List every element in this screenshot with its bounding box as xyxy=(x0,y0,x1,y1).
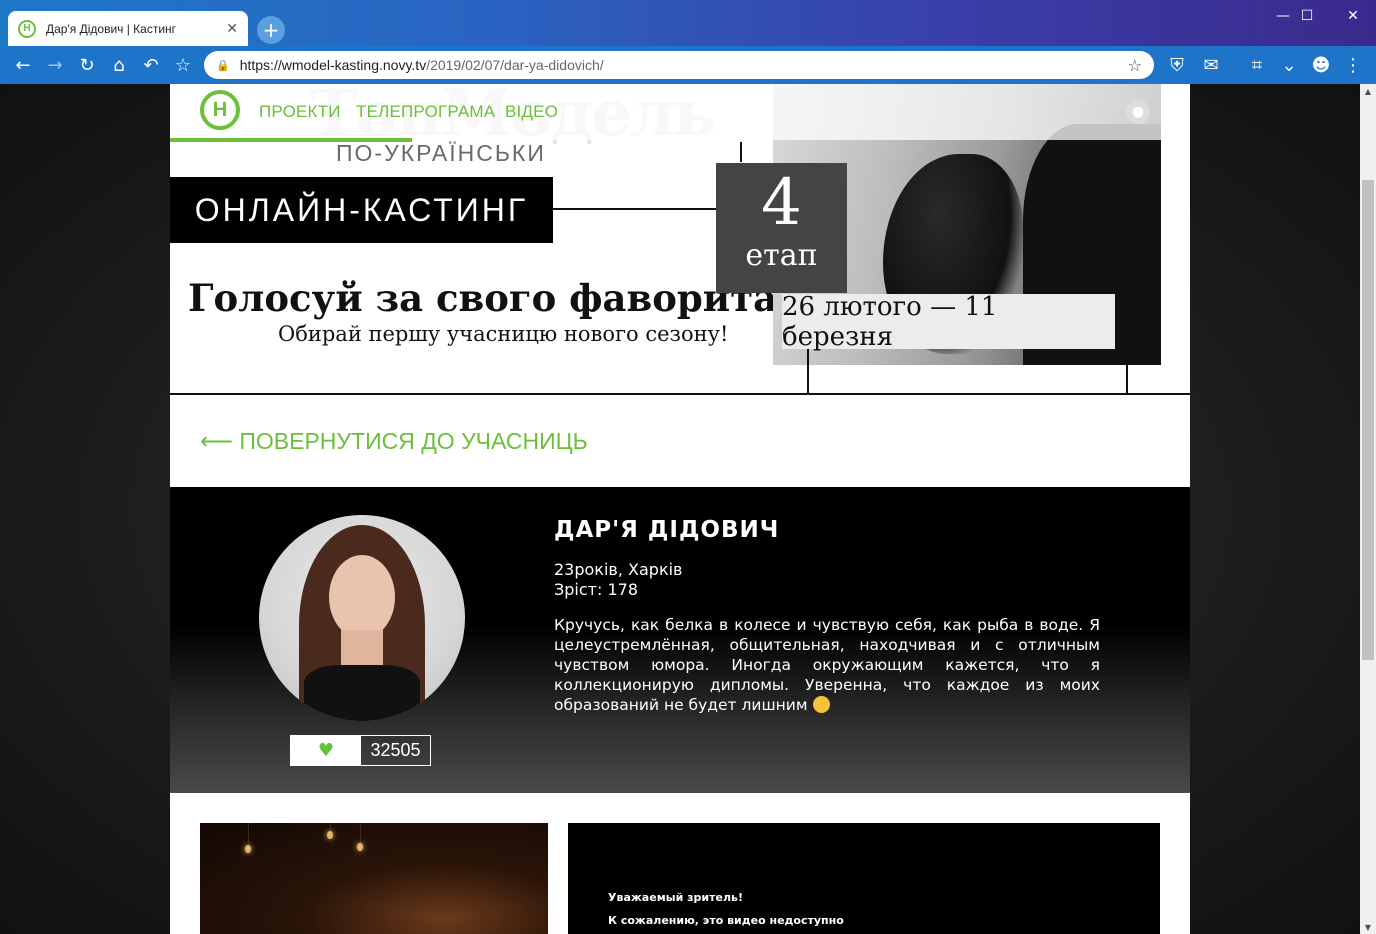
video-player[interactable]: Уважаемый зритель! К сожалению, это виде… xyxy=(568,823,1160,934)
tab-title: Дар'я Дідович | Кастинг xyxy=(46,21,177,36)
casting-label: ОНЛАЙН-КАСТИНГ xyxy=(170,177,553,243)
stage-badge: 4 етап xyxy=(716,163,847,293)
participant-age-city: 23років, Харків xyxy=(554,560,683,579)
forward-arrow-icon[interactable]: → xyxy=(42,52,68,78)
nav-projects[interactable]: ПРОЕКТИ xyxy=(259,102,341,122)
smile-emoji-icon xyxy=(812,696,830,713)
page-scrollbar[interactable]: ▲ ▼ xyxy=(1360,84,1376,934)
nav-video[interactable]: ВІДЕО xyxy=(505,102,558,122)
close-tab-icon[interactable]: ✕ xyxy=(226,21,238,37)
extension-icon[interactable]: ☻ xyxy=(1308,52,1334,78)
novy-logo-icon[interactable]: Н xyxy=(200,90,240,130)
browser-toolbar: ← → ↻ ⌂ ↶ ☆ 🔒 https://wmodel-kasting.nov… xyxy=(0,46,1376,84)
star-icon[interactable]: ☆ xyxy=(1128,56,1142,75)
favicon-icon: Н xyxy=(18,19,36,38)
video-unavailable-message: К сожалению, это видео недоступно xyxy=(608,914,844,927)
participant-name: ДАР'Я ДІДОВИЧ xyxy=(554,517,780,543)
participant-height: Зріст: 178 xyxy=(554,580,638,599)
divider-line xyxy=(1126,142,1128,394)
browser-titlebar: Н Дар'я Дідович | Кастинг ✕ + — ☐ ✕ xyxy=(0,0,1376,46)
maximize-icon[interactable]: ☐ xyxy=(1284,4,1330,28)
shield-icon[interactable]: ⛨ xyxy=(1164,52,1190,78)
bookmark-star-icon[interactable]: ☆ xyxy=(170,52,196,78)
back-to-participants-link[interactable]: ⟵ ПОВЕРНУТИСЯ ДО УЧАСНИЦЬ xyxy=(200,428,588,455)
page-content: ТопМодель Н ПРОЕКТИ ТЕЛЕПРОГРАМА ВІДЕО ●… xyxy=(170,84,1190,934)
crop-icon[interactable]: ⌗ xyxy=(1244,52,1270,78)
home-icon[interactable]: ⌂ xyxy=(106,52,132,78)
participant-photo xyxy=(259,515,465,721)
divider-line xyxy=(170,393,1190,395)
scroll-thumb[interactable] xyxy=(1362,180,1374,660)
participant-profile: ♥ 32505 ДАР'Я ДІДОВИЧ 23років, Харків Зр… xyxy=(170,487,1190,793)
menu-dots-icon[interactable]: ⋮ xyxy=(1340,52,1366,78)
hero-banner: ТопМодель Н ПРОЕКТИ ТЕЛЕПРОГРАМА ВІДЕО ●… xyxy=(170,84,1190,395)
user-avatar-icon[interactable]: ● xyxy=(1126,100,1150,124)
participant-bio: Кручусь, как белка в колесе и чувствую с… xyxy=(554,616,1100,714)
url-text: https://wmodel-kasting.novy.tv/2019/02/0… xyxy=(239,57,604,73)
scroll-up-icon[interactable]: ▲ xyxy=(1360,84,1376,98)
stage-dates: 26 лютого — 11 березня xyxy=(782,292,1115,352)
new-tab-button[interactable]: + xyxy=(257,16,285,44)
stage-number: 4 xyxy=(761,166,802,240)
page-viewport: ТопМодель Н ПРОЕКТИ ТЕЛЕПРОГРАМА ВІДЕО ●… xyxy=(0,84,1360,934)
divider-line xyxy=(807,344,809,394)
vote-subtitle: Обирай першу учасницю нового сезону! xyxy=(278,322,729,346)
browser-tab[interactable]: Н Дар'я Дідович | Кастинг ✕ xyxy=(8,11,248,46)
mail-icon[interactable]: ✉ xyxy=(1198,52,1224,78)
vote-widget[interactable]: ♥ 32505 xyxy=(290,735,431,766)
vote-title: Голосуй за свого фаворита! xyxy=(188,276,794,320)
video-unavailable-title: Уважаемый зритель! xyxy=(608,891,744,904)
vote-count: 32505 xyxy=(370,740,421,760)
close-window-icon[interactable]: ✕ xyxy=(1330,4,1376,28)
reload-icon[interactable]: ↻ xyxy=(74,52,100,78)
divider-line xyxy=(740,142,742,162)
scroll-down-icon[interactable]: ▼ xyxy=(1360,920,1376,934)
site-navbar: Н ПРОЕКТИ ТЕЛЕПРОГРАМА ВІДЕО ● xyxy=(170,84,1190,140)
back-arrow-icon[interactable]: ← xyxy=(10,52,36,78)
lock-icon: 🔒 xyxy=(216,58,230,72)
stage-word: етап xyxy=(745,238,818,273)
nav-tv-program[interactable]: ТЕЛЕПРОГРАМА xyxy=(356,102,495,122)
pocket-icon[interactable]: ⌄ xyxy=(1276,52,1302,78)
heart-icon[interactable]: ♥ xyxy=(291,736,361,765)
nav-active-underline xyxy=(170,138,412,142)
undo-icon[interactable]: ↶ xyxy=(138,52,164,78)
address-bar[interactable]: 🔒 https://wmodel-kasting.novy.tv/2019/02… xyxy=(204,51,1154,79)
gallery-photo[interactable] xyxy=(200,823,548,934)
divider-line xyxy=(553,208,718,210)
